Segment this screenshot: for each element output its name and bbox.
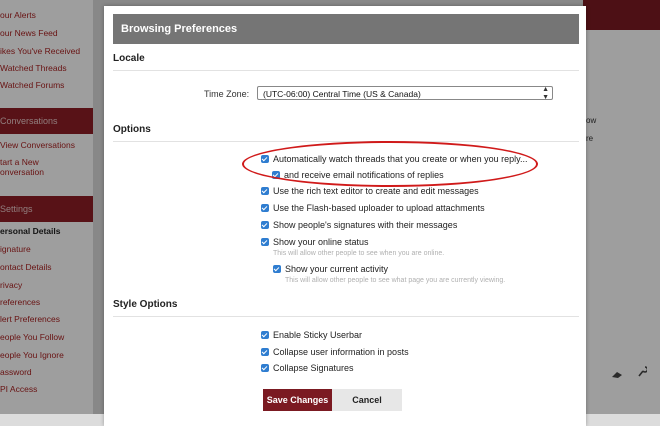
browsing-preferences-dialog: Browsing Preferences Locale Time Zone: (… [104, 6, 586, 426]
timezone-select[interactable]: (UTC-06:00) Central Time (US & Canada) ▲… [257, 86, 553, 101]
option-rich-text-editor[interactable]: Use the rich text editor to create and e… [261, 186, 479, 196]
option-current-activity[interactable]: Show your current activity [273, 264, 388, 274]
save-changes-button[interactable]: Save Changes [263, 389, 332, 411]
checkbox-checked-icon[interactable] [261, 331, 269, 339]
dialog-title: Browsing Preferences [113, 14, 579, 44]
option-label: Use the rich text editor to create and e… [273, 186, 479, 196]
checkbox-checked-icon[interactable] [261, 364, 269, 372]
option-collapse-user-info[interactable]: Collapse user information in posts [261, 347, 409, 357]
checkbox-checked-icon[interactable] [261, 221, 269, 229]
option-label: Enable Sticky Userbar [273, 330, 363, 340]
option-label: Show your current activity [285, 264, 389, 274]
hint-online-status: This will allow other people to see when… [273, 250, 445, 257]
option-sticky-userbar[interactable]: Enable Sticky Userbar [261, 330, 362, 340]
option-flash-uploader[interactable]: Use the Flash-based uploader to upload a… [261, 203, 485, 213]
option-show-signatures[interactable]: Show people's signatures with their mess… [261, 220, 457, 230]
section-header-options: Options [113, 124, 579, 142]
option-collapse-signatures[interactable]: Collapse Signatures [261, 363, 354, 373]
checkbox-checked-icon[interactable] [261, 348, 269, 356]
annotation-circle [242, 141, 538, 187]
option-label: Show people's signatures with their mess… [273, 220, 458, 230]
timezone-select-value: (UTC-06:00) Central Time (US & Canada) [263, 89, 421, 99]
option-label: Collapse Signatures [273, 363, 354, 373]
option-label: Use the Flash-based uploader to upload a… [273, 203, 485, 213]
select-arrows-icon: ▲ ▼ [542, 86, 549, 101]
checkbox-checked-icon[interactable] [261, 204, 269, 212]
cancel-button[interactable]: Cancel [332, 389, 402, 411]
hint-current-activity: This will allow other people to see what… [285, 277, 506, 284]
checkbox-checked-icon[interactable] [261, 238, 269, 246]
timezone-label: Time Zone: [204, 89, 250, 99]
section-header-style-options: Style Options [113, 299, 579, 317]
checkbox-checked-icon[interactable] [273, 265, 281, 273]
section-header-locale: Locale [113, 53, 579, 71]
option-online-status[interactable]: Show your online status [261, 237, 369, 247]
option-label: Collapse user information in posts [273, 347, 409, 357]
option-label: Show your online status [273, 237, 369, 247]
checkbox-checked-icon[interactable] [261, 187, 269, 195]
